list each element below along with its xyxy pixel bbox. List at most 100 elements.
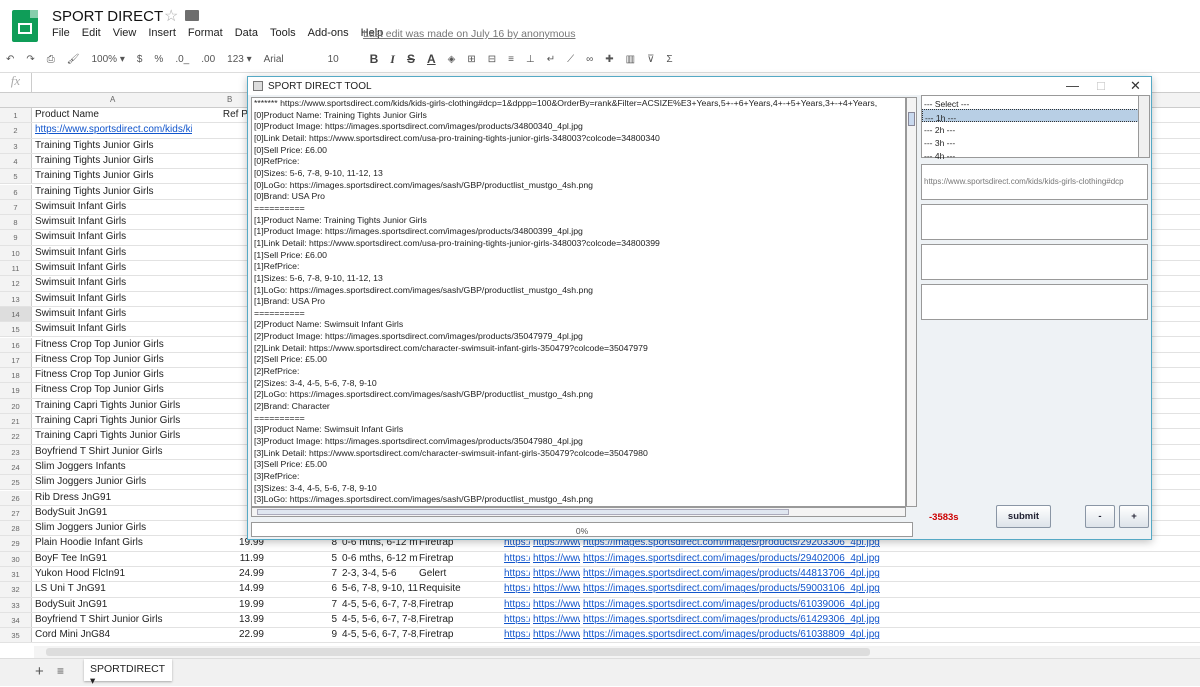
sheets-logo[interactable] bbox=[12, 10, 38, 42]
menu-view[interactable]: View bbox=[113, 27, 137, 39]
cell-a[interactable]: Fitness Crop Top Junior Girls bbox=[35, 384, 192, 395]
italic-button[interactable]: I bbox=[384, 52, 401, 67]
add-sheet-button[interactable]: + bbox=[35, 663, 44, 680]
row-number[interactable]: 35 bbox=[0, 628, 32, 643]
column-header-b[interactable]: B bbox=[227, 95, 232, 104]
cell-h[interactable]: https://images.sportsdirect.com/images/p… bbox=[583, 568, 883, 579]
row-number[interactable]: 31 bbox=[0, 567, 32, 582]
interval-list-scrollbar[interactable] bbox=[1138, 96, 1149, 157]
cell-g[interactable]: https://www bbox=[533, 629, 580, 640]
cell-a[interactable]: Cord Mini JnG84 bbox=[35, 629, 192, 640]
interval-option[interactable]: --- 1h --- bbox=[922, 109, 1149, 123]
menu-tools[interactable]: Tools bbox=[270, 27, 296, 39]
cell-d[interactable]: 0-6 mths, 6-12 mt bbox=[342, 553, 418, 564]
log-output[interactable]: ******* https://www.sportsdirect.com/kid… bbox=[251, 97, 906, 507]
row-number[interactable]: 17 bbox=[0, 352, 32, 368]
row-number[interactable]: 7 bbox=[0, 199, 32, 215]
font-select[interactable]: Arial bbox=[258, 54, 322, 65]
rotate-icon[interactable]: ⟋ bbox=[561, 54, 580, 65]
paint-format-icon[interactable]: 🖌 bbox=[61, 54, 86, 65]
row-number[interactable]: 24 bbox=[0, 459, 32, 475]
number-format-select[interactable]: 123 ▾ bbox=[221, 54, 257, 65]
zoom-select[interactable]: 100% ▾ bbox=[85, 54, 130, 65]
url-field[interactable]: https://www.sportsdirect.com/kids/kids-g… bbox=[921, 164, 1148, 200]
cell-a[interactable]: Training Capri Tights Junior Girls bbox=[35, 430, 192, 441]
cell-c[interactable]: 9 bbox=[265, 629, 337, 640]
row-number[interactable]: 2 bbox=[0, 123, 32, 138]
cell-a[interactable]: https://www.sportsdirect.com/kids/kids-g… bbox=[35, 124, 192, 135]
row-number[interactable]: 11 bbox=[0, 261, 32, 276]
cell-f[interactable]: https:/ bbox=[504, 553, 530, 564]
filter-icon[interactable]: ⊽ bbox=[641, 54, 660, 65]
cell-a[interactable]: BodySuit JnG91 bbox=[35, 599, 192, 610]
cell-a[interactable]: Swimsuit Infant Girls bbox=[35, 308, 192, 319]
comment-icon[interactable]: ✚ bbox=[599, 54, 619, 65]
cell-g[interactable]: https://www bbox=[533, 568, 580, 579]
cell-a[interactable]: Slim Joggers Junior Girls bbox=[35, 522, 192, 533]
interval-list[interactable]: --- Select --- --- 1h --- --- 2h --- --- 3h… bbox=[921, 95, 1150, 161]
align-icon[interactable]: ≡ bbox=[502, 54, 520, 65]
cell-b[interactable]: 24.99 bbox=[194, 568, 264, 579]
cell-a[interactable]: Training Tights Junior Girls bbox=[35, 186, 192, 197]
star-icon[interactable]: ☆ bbox=[164, 6, 178, 26]
cell-f[interactable]: https:/ bbox=[504, 568, 530, 579]
interval-option[interactable]: --- 3h --- bbox=[922, 135, 1149, 148]
cell-a[interactable]: Plain Hoodie Infant Girls bbox=[35, 537, 192, 548]
maximize-button[interactable]: □ bbox=[1097, 78, 1105, 93]
cell-c[interactable]: 5 bbox=[265, 614, 337, 625]
row-number[interactable]: 21 bbox=[0, 414, 32, 429]
cell-a[interactable]: Rib Dress JnG91 bbox=[35, 492, 192, 503]
cell-d[interactable]: 5-6, 7-8, 9-10, 11- bbox=[342, 583, 418, 594]
cell-a[interactable]: Swimsuit Infant Girls bbox=[35, 262, 192, 273]
row-number[interactable]: 5 bbox=[0, 169, 32, 184]
cell-f[interactable]: https:/ bbox=[504, 629, 530, 640]
folder-icon[interactable] bbox=[185, 10, 199, 21]
row-number[interactable]: 8 bbox=[0, 215, 32, 230]
cell-g[interactable]: https://www bbox=[533, 614, 580, 625]
borders-icon[interactable]: ⊞ bbox=[461, 54, 481, 65]
cell-h[interactable]: https://images.sportsdirect.com/images/p… bbox=[583, 614, 883, 625]
row-number[interactable]: 15 bbox=[0, 322, 32, 337]
row-number[interactable]: 4 bbox=[0, 153, 32, 169]
print-icon[interactable]: ⎙ bbox=[41, 54, 61, 65]
interval-option[interactable]: --- 2h --- bbox=[922, 122, 1149, 135]
cell-b[interactable]: 13.99 bbox=[194, 614, 264, 625]
wrap-icon[interactable]: ↵ bbox=[541, 54, 561, 65]
interval-option[interactable]: --- 4h --- bbox=[922, 148, 1149, 161]
cell-g[interactable]: https://www bbox=[533, 583, 580, 594]
strikethrough-button[interactable]: S bbox=[401, 52, 421, 66]
cell-a[interactable]: Swimsuit Infant Girls bbox=[35, 247, 192, 258]
input-field-4[interactable] bbox=[921, 284, 1148, 320]
cell-d[interactable]: 4-5, 5-6, 6-7, 7-8, bbox=[342, 629, 418, 640]
row-number[interactable]: 1 bbox=[0, 108, 32, 123]
redo-icon[interactable]: ↷ bbox=[20, 54, 40, 65]
row-number[interactable]: 25 bbox=[0, 475, 32, 490]
minus-button[interactable]: - bbox=[1085, 505, 1115, 528]
cell-a[interactable]: BodySuit JnG91 bbox=[35, 507, 192, 518]
row-number[interactable]: 6 bbox=[0, 184, 32, 199]
link-icon[interactable]: ∞ bbox=[580, 54, 599, 65]
input-field-3[interactable] bbox=[921, 244, 1148, 280]
plus-button[interactable]: + bbox=[1119, 505, 1149, 528]
menu-format[interactable]: Format bbox=[188, 27, 223, 39]
cell-a[interactable]: Fitness Crop Top Junior Girls bbox=[35, 369, 192, 380]
cell-h[interactable]: https://images.sportsdirect.com/images/p… bbox=[583, 629, 883, 640]
row-number[interactable]: 34 bbox=[0, 612, 32, 628]
cell-f[interactable]: https:/ bbox=[504, 599, 530, 610]
cell-a[interactable]: Swimsuit Infant Girls bbox=[35, 293, 192, 304]
last-edit-link[interactable]: Last edit was made on July 16 by anonymo… bbox=[363, 28, 575, 40]
row-number[interactable]: 22 bbox=[0, 429, 32, 444]
cell-a[interactable]: Boyfriend T Shirt Junior Girls bbox=[35, 614, 192, 625]
cell-h[interactable]: https://images.sportsdirect.com/images/p… bbox=[583, 553, 883, 564]
menu-addons[interactable]: Add-ons bbox=[308, 27, 349, 39]
row-number[interactable]: 20 bbox=[0, 398, 32, 413]
cell-a[interactable]: Slim Joggers Infants bbox=[35, 461, 192, 472]
cell-a[interactable]: Training Tights Junior Girls bbox=[35, 140, 192, 151]
log-vertical-scrollbar[interactable] bbox=[906, 97, 917, 507]
cell-a[interactable]: Fitness Crop Top Junior Girls bbox=[35, 339, 192, 350]
cell-d[interactable]: 4-5, 5-6, 6-7, 7-8, bbox=[342, 599, 418, 610]
close-button[interactable]: ✕ bbox=[1130, 78, 1141, 94]
submit-button[interactable]: submit bbox=[996, 505, 1051, 528]
cell-a[interactable]: Training Tights Junior Girls bbox=[35, 155, 192, 166]
cell-e[interactable]: Gelert bbox=[419, 568, 501, 579]
